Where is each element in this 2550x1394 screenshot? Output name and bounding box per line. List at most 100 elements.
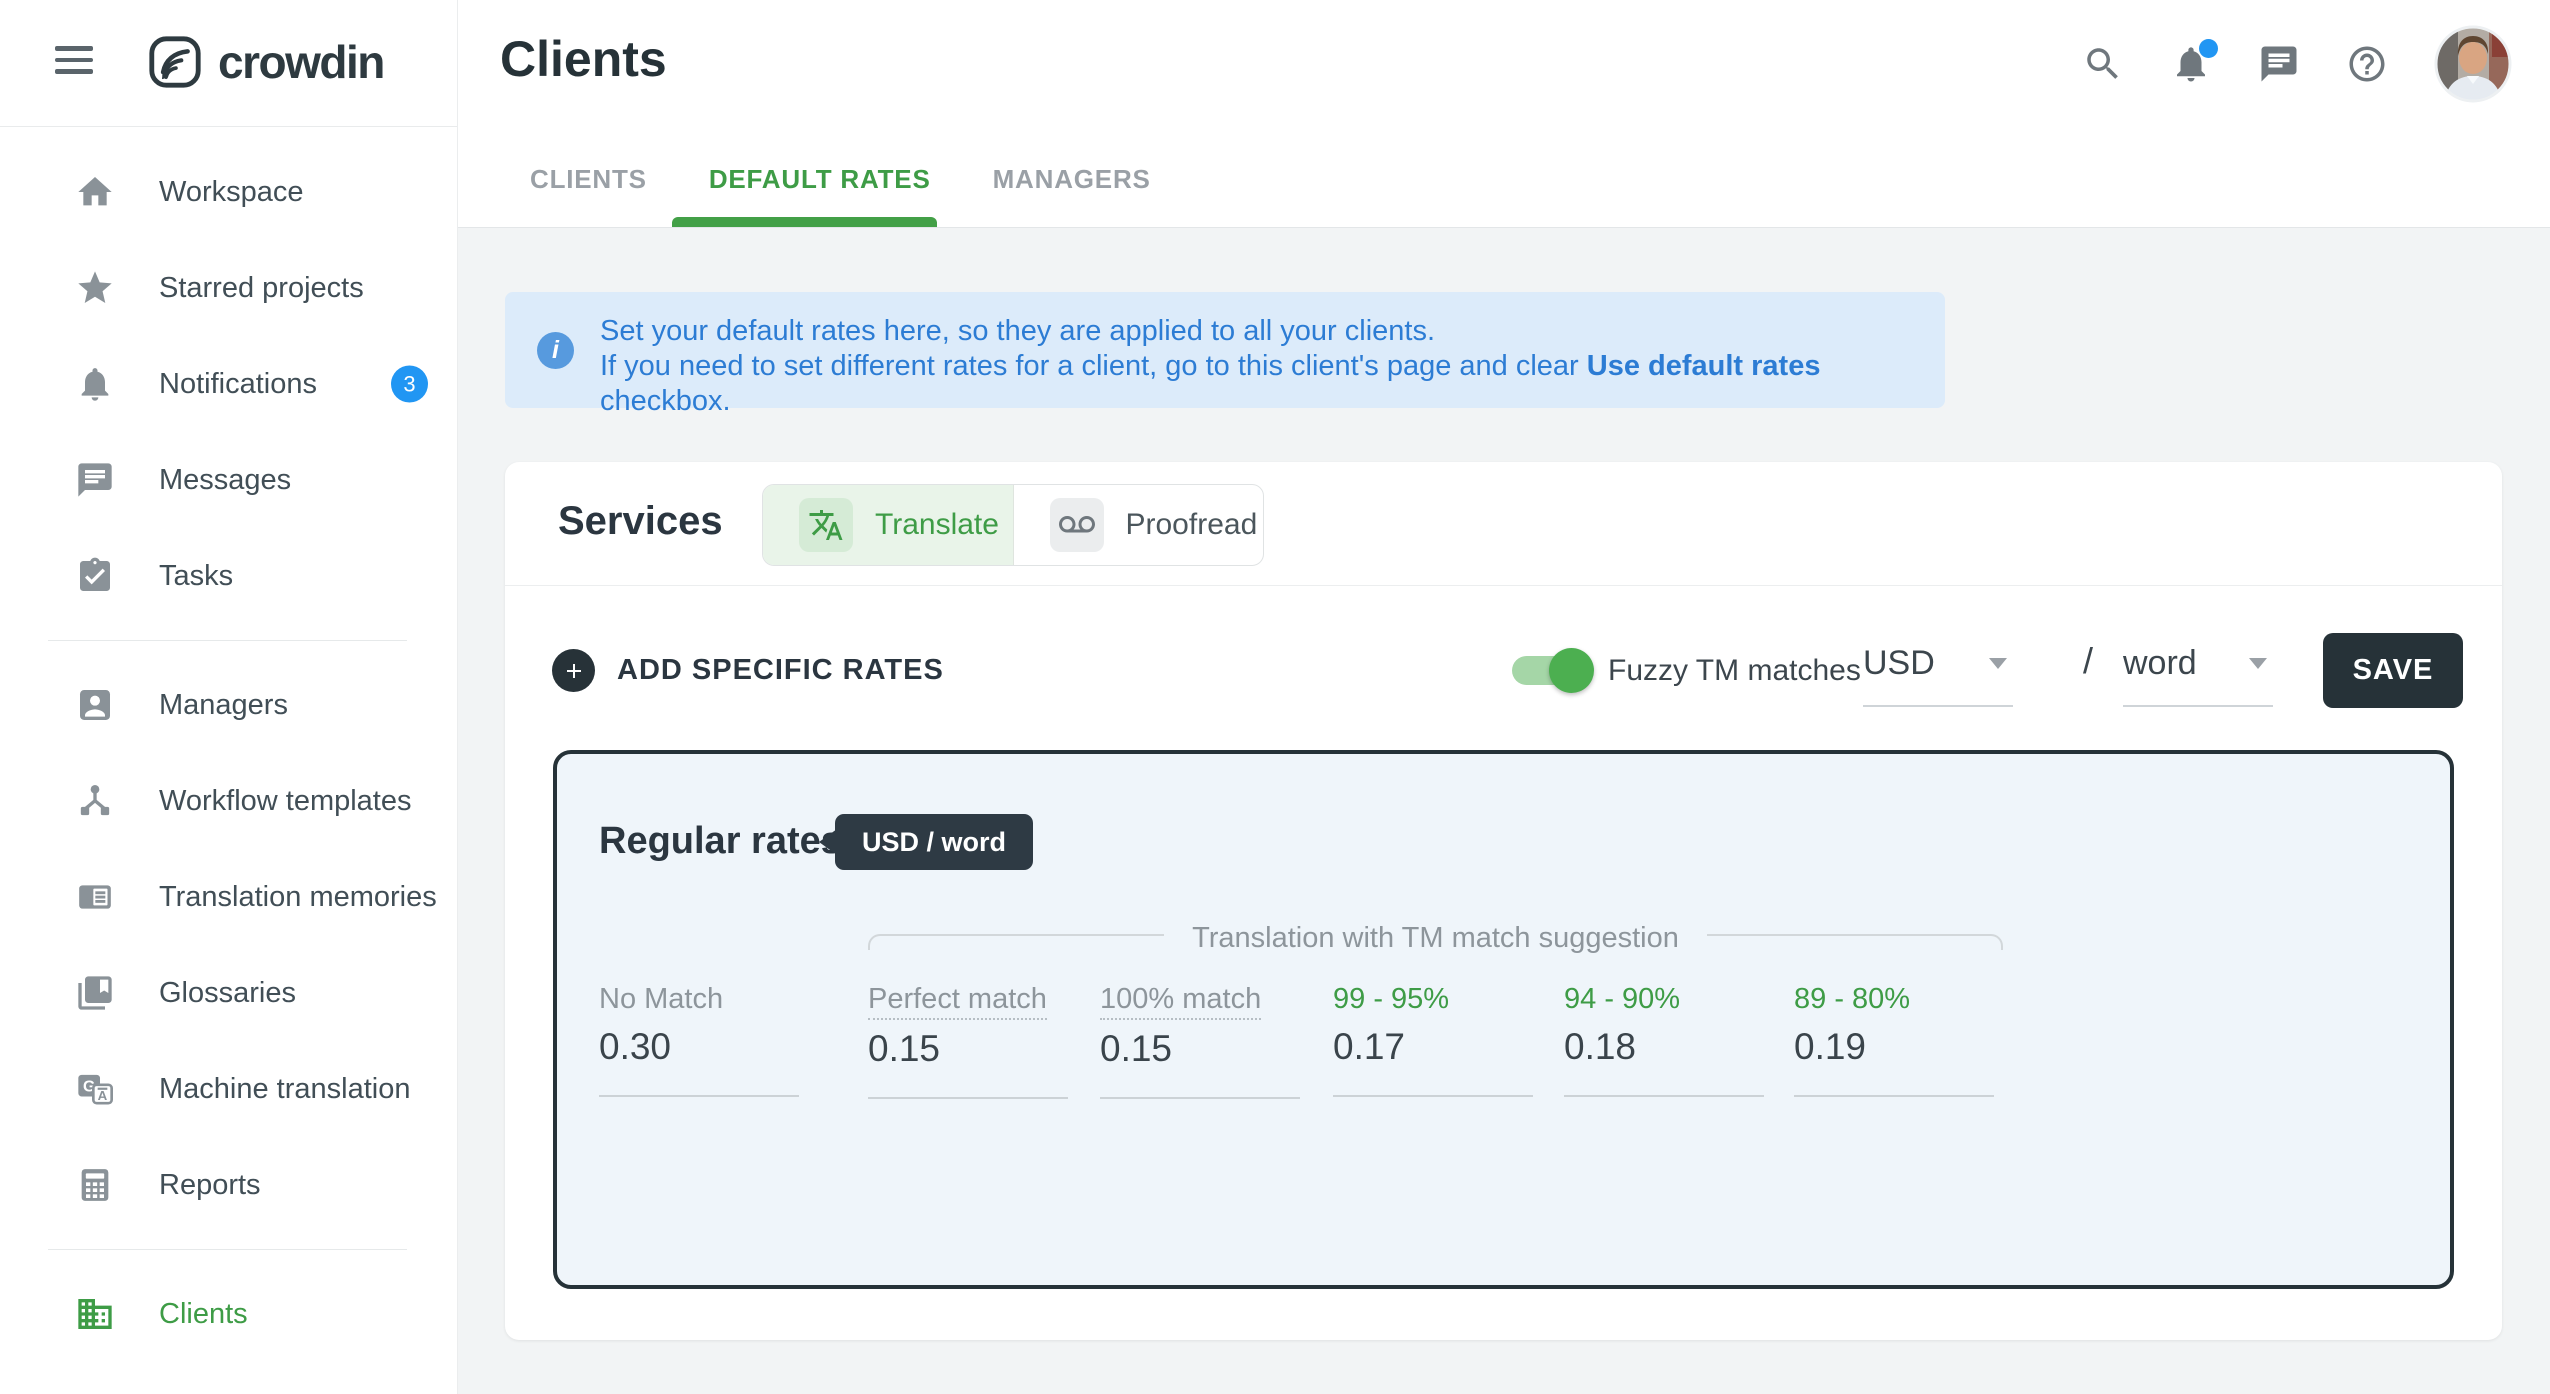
sidebar-item-workflow-templates[interactable]: Workflow templates (0, 753, 457, 849)
default-rates-card: Services Translate Proofread (505, 462, 2502, 1340)
rate-input-underline (1100, 1097, 1300, 1099)
info-banner: i Set your default rates here, so they a… (505, 292, 1945, 408)
sidebar-item-reports[interactable]: Reports (0, 1137, 457, 1233)
bell-icon[interactable] (2170, 43, 2212, 85)
crowdin-logo-icon (146, 33, 204, 91)
sidebar-nav: Workspace Starred projects Notifications… (0, 127, 457, 1362)
sidebar-item-tasks[interactable]: Tasks (0, 528, 457, 624)
sidebar-item-notifications[interactable]: Notifications 3 (0, 336, 457, 432)
rate-input-underline (1794, 1095, 1994, 1097)
chevron-down-icon (1989, 658, 2007, 669)
select-underline (2123, 705, 2273, 707)
sidebar-item-messages[interactable]: Messages (0, 432, 457, 528)
tm-match-group: Translation with TM match suggestion (868, 926, 2003, 959)
search-icon[interactable] (2082, 43, 2124, 85)
sidebar-item-label: Messages (159, 464, 291, 497)
sidebar-item-machine-translation[interactable]: G A Machine translation (0, 1041, 457, 1137)
info-icon: i (537, 332, 574, 369)
rate-label: 99 - 95% (1333, 980, 1449, 1018)
rate-input-underline (1333, 1095, 1533, 1097)
sidebar-item-clients[interactable]: Clients (0, 1266, 457, 1362)
tm-match-group-label: Translation with TM match suggestion (1192, 922, 1679, 955)
hamburger-menu-icon[interactable] (55, 46, 93, 80)
rate-input[interactable]: 0.30 (599, 1026, 804, 1068)
workflow-icon (75, 781, 115, 821)
rate-column-94-90: 94 - 90% 0.18 (1564, 980, 1769, 1097)
add-specific-rates-label: ADD SPECIFIC RATES (617, 654, 944, 687)
info-line-1: Set your default rates here, so they are… (600, 314, 1945, 349)
fuzzy-tm-label: Fuzzy TM matches (1608, 654, 1861, 688)
active-tab-indicator (672, 217, 937, 227)
rate-column-89-80: 89 - 80% 0.19 (1794, 980, 1999, 1097)
sidebar-item-label: Notifications (159, 368, 317, 401)
tab-clients[interactable]: CLIENTS (530, 164, 647, 195)
sidebar-item-label: Translation memories (159, 881, 437, 914)
regular-rates-title: Regular rates (599, 820, 842, 863)
unread-notification-dot (2199, 39, 2218, 58)
memory-card-icon (75, 877, 115, 917)
bell-icon (75, 364, 115, 404)
add-specific-rates-button[interactable]: ADD SPECIFIC RATES (552, 649, 944, 692)
sidebar-item-label: Managers (159, 689, 288, 722)
service-switcher: Translate Proofread (762, 484, 1264, 566)
service-option-translate[interactable]: Translate (763, 485, 1014, 565)
sidebar-divider (48, 1249, 407, 1250)
notifications-count-badge: 3 (391, 366, 428, 403)
rate-input-underline (868, 1097, 1068, 1099)
rate-input[interactable]: 0.15 (868, 1028, 1073, 1070)
crowdin-logo[interactable]: crowdin (146, 33, 384, 91)
rate-label: 89 - 80% (1794, 980, 1910, 1018)
regular-rates-panel: Regular rates USD / word Translation wit… (553, 750, 2454, 1289)
plus-icon (552, 649, 595, 692)
services-heading: Services (558, 499, 723, 544)
rate-input[interactable]: 0.15 (1100, 1028, 1305, 1070)
currency-unit-badge: USD / word (835, 814, 1033, 870)
translate-icon (799, 498, 853, 552)
sidebar: crowdin Workspace Starred projects Notif… (0, 0, 458, 1394)
sidebar-item-starred-projects[interactable]: Starred projects (0, 240, 457, 336)
sidebar-item-glossaries[interactable]: Glossaries (0, 945, 457, 1041)
currency-value: USD (1863, 644, 1935, 682)
service-option-proofread[interactable]: Proofread (1014, 485, 1264, 565)
save-button[interactable]: SAVE (2323, 633, 2463, 708)
rate-input[interactable]: 0.19 (1794, 1026, 1999, 1068)
content-area: i Set your default rates here, so they a… (458, 228, 2550, 1394)
calculator-icon (75, 1165, 115, 1205)
sidebar-item-label: Clients (159, 1298, 248, 1331)
sidebar-item-label: Machine translation (159, 1073, 410, 1106)
bracket-line (868, 934, 1164, 950)
book-bookmark-icon (75, 973, 115, 1013)
rate-label: Perfect match (868, 980, 1047, 1020)
fuzzy-tm-toggle[interactable] (1512, 656, 1590, 685)
unit-value: word (2123, 644, 2197, 682)
page-title: Clients (500, 30, 667, 88)
chat-icon[interactable] (2258, 43, 2300, 85)
currency-select[interactable]: USD (1863, 644, 2013, 707)
rate-label: 94 - 90% (1564, 980, 1680, 1018)
machine-translate-icon: G A (75, 1069, 115, 1109)
rate-input[interactable]: 0.18 (1564, 1026, 1769, 1068)
rate-column-100-match: 100% match 0.15 (1100, 980, 1305, 1099)
sidebar-item-workspace[interactable]: Workspace (0, 144, 457, 240)
tab-default-rates[interactable]: DEFAULT RATES (709, 164, 931, 195)
building-icon (75, 1294, 115, 1334)
sidebar-item-label: Workspace (159, 176, 304, 209)
rate-label: No Match (599, 980, 723, 1018)
sidebar-divider (48, 640, 407, 641)
unit-select[interactable]: word (2123, 644, 2273, 707)
header-actions (2082, 0, 2512, 127)
select-underline (1863, 705, 2013, 707)
chevron-down-icon (2249, 658, 2267, 669)
rate-input[interactable]: 0.17 (1333, 1026, 1538, 1068)
main-area: Clients CLIENTS DEFAULT RATES MANAGERS (458, 0, 2550, 1394)
service-option-label: Proofread (1126, 508, 1258, 542)
sidebar-item-translation-memories[interactable]: Translation memories (0, 849, 457, 945)
glasses-icon (1050, 498, 1104, 552)
avatar[interactable] (2434, 25, 2512, 103)
sidebar-item-label: Glossaries (159, 977, 296, 1010)
sidebar-item-managers[interactable]: Managers (0, 657, 457, 753)
info-line-2: If you need to set different rates for a… (600, 349, 1945, 419)
help-icon[interactable] (2346, 43, 2388, 85)
rate-column-no-match: No Match 0.30 (599, 980, 804, 1097)
tab-managers[interactable]: MANAGERS (993, 164, 1151, 195)
